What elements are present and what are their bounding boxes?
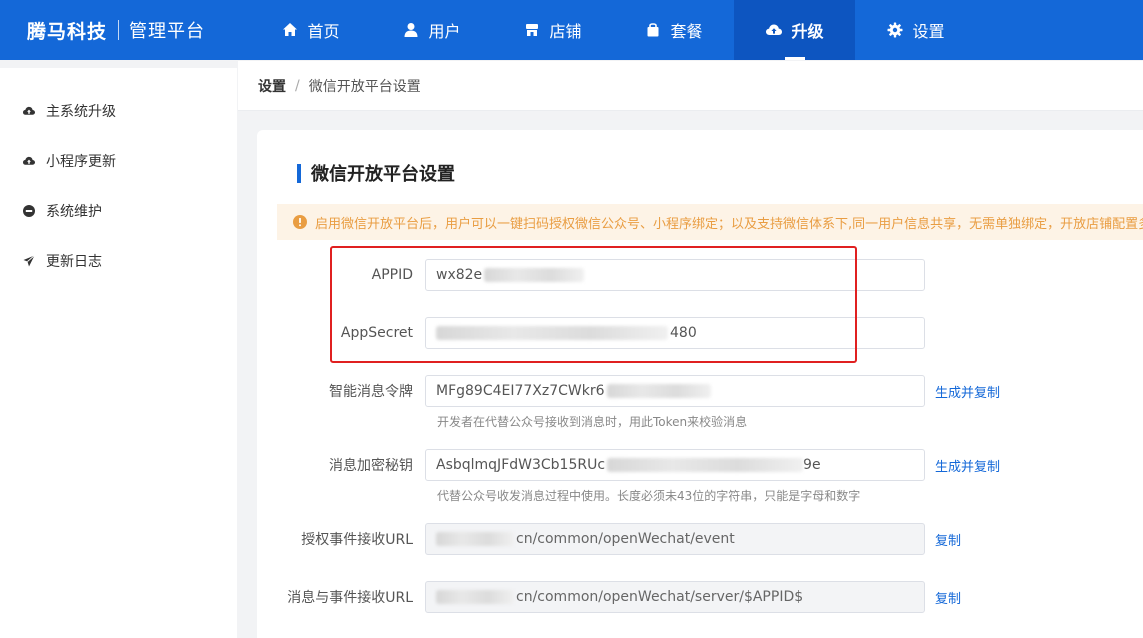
sidebar-item-maintenance[interactable]: 系统维护 — [0, 186, 237, 236]
token-input[interactable]: MFg89C4EI77Xz7CWkr6 — [425, 375, 925, 407]
generate-copy-token-button[interactable]: 生成并复制 — [935, 382, 1000, 401]
warning-icon — [293, 215, 307, 229]
nav-item-label: 店铺 — [549, 22, 582, 41]
form-row-msg-url: 消息与事件接收URL cn/common/openWechat/server/$… — [257, 581, 961, 613]
sidebar: 主系统升级 小程序更新 系统维护 更新日志 — [0, 68, 237, 638]
top-navigation-bar: 腾马科技 管理平台 首页 用户 店铺 套餐 升级 设置 — [0, 0, 1143, 60]
brand-subtitle: 管理平台 — [129, 21, 206, 42]
cloud-upload-icon — [765, 21, 783, 39]
form-row-token: 智能消息令牌 MFg89C4EI77Xz7CWkr6 生成并复制 — [257, 375, 1000, 407]
nav-item-label: 用户 — [428, 22, 461, 41]
aeskey-value: AsbqlmqJFdW3Cb15RUc — [436, 457, 606, 473]
sidebar-item-miniprogram-update[interactable]: 小程序更新 — [0, 136, 237, 186]
settings-card: 微信开放平台设置 启用微信开放平台后，用户可以一键扫码授权微信公众号、小程序绑定… — [257, 130, 1143, 638]
aeskey-hint: 代替公众号收发消息过程中使用。长度必须未43位的字符串，只能是字母和数字 — [437, 489, 861, 503]
home-icon — [281, 21, 299, 39]
token-hint: 开发者在代替公众号接收到消息时，用此Token来校验消息 — [437, 415, 748, 429]
sidebar-item-label: 更新日志 — [46, 254, 102, 270]
aeskey-value-tail: 9e — [803, 457, 821, 473]
nav-item-label: 设置 — [912, 22, 945, 41]
nav-item-stores[interactable]: 店铺 — [492, 0, 613, 60]
msg-url-input: cn/common/openWechat/server/$APPID$ — [425, 581, 925, 613]
breadcrumb-current: 微信开放平台设置 — [308, 78, 421, 95]
redacted-mask — [436, 590, 514, 604]
notice-banner: 启用微信开放平台后，用户可以一键扫码授权微信公众号、小程序绑定；以及支持微信体系… — [277, 204, 1143, 240]
brand-name: 腾马科技 — [27, 20, 108, 43]
aeskey-label: 消息加密秘钥 — [329, 458, 413, 474]
copy-auth-url-button[interactable]: 复制 — [935, 530, 961, 549]
copy-msg-url-button[interactable]: 复制 — [935, 588, 961, 607]
cloud-upload-icon — [22, 154, 36, 168]
auth-url-input: cn/common/openWechat/event — [425, 523, 925, 555]
card-title: 微信开放平台设置 — [297, 162, 455, 185]
cloud-upload-icon — [22, 104, 36, 118]
brand-divider — [118, 20, 120, 40]
store-icon — [523, 21, 541, 39]
sidebar-item-label: 小程序更新 — [46, 154, 116, 170]
package-icon — [644, 21, 662, 39]
nav-item-upgrade[interactable]: 升级 — [734, 0, 855, 60]
token-value: MFg89C4EI77Xz7CWkr6 — [436, 383, 605, 399]
highlight-annotation-box — [330, 246, 857, 363]
minus-circle-icon — [22, 204, 36, 218]
generate-copy-aeskey-button[interactable]: 生成并复制 — [935, 456, 1000, 475]
sidebar-item-main-upgrade[interactable]: 主系统升级 — [0, 86, 237, 136]
gear-icon — [886, 21, 904, 39]
aeskey-input[interactable]: AsbqlmqJFdW3Cb15RUc 9e — [425, 449, 925, 481]
brand: 腾马科技 管理平台 — [0, 0, 250, 60]
token-label: 智能消息令牌 — [329, 384, 413, 400]
breadcrumb-root[interactable]: 设置 — [258, 76, 286, 96]
user-icon — [402, 21, 420, 39]
redacted-mask — [607, 458, 804, 472]
breadcrumb: 设置 / 微信开放平台设置 — [238, 61, 1143, 111]
sidebar-item-label: 主系统升级 — [46, 104, 116, 120]
msg-url-label: 消息与事件接收URL — [287, 590, 413, 606]
auth-url-label: 授权事件接收URL — [301, 532, 413, 548]
sidebar-item-changelog[interactable]: 更新日志 — [0, 236, 237, 286]
nav-item-packages[interactable]: 套餐 — [613, 0, 734, 60]
nav-item-label: 首页 — [307, 22, 340, 41]
form-row-aeskey: 消息加密秘钥 AsbqlmqJFdW3Cb15RUc 9e 生成并复制 — [257, 449, 1000, 481]
nav-item-home[interactable]: 首页 — [250, 0, 371, 60]
main-nav: 首页 用户 店铺 套餐 升级 设置 — [250, 0, 976, 60]
paper-plane-icon — [22, 254, 36, 268]
redacted-mask — [606, 384, 711, 398]
redacted-mask — [436, 532, 514, 546]
nav-item-settings[interactable]: 设置 — [855, 0, 976, 60]
msg-url-value: cn/common/openWechat/server/$APPID$ — [516, 589, 804, 605]
sidebar-item-label: 系统维护 — [46, 204, 102, 220]
auth-url-value: cn/common/openWechat/event — [516, 531, 735, 547]
notice-text: 启用微信开放平台后，用户可以一键扫码授权微信公众号、小程序绑定；以及支持微信体系… — [315, 216, 1143, 232]
card-title-text: 微信开放平台设置 — [311, 164, 455, 185]
breadcrumb-separator: / — [295, 77, 300, 94]
nav-item-label: 套餐 — [670, 22, 703, 41]
nav-item-users[interactable]: 用户 — [371, 0, 492, 60]
nav-item-label: 升级 — [791, 22, 824, 41]
form-row-auth-url: 授权事件接收URL cn/common/openWechat/event 复制 — [257, 523, 961, 555]
